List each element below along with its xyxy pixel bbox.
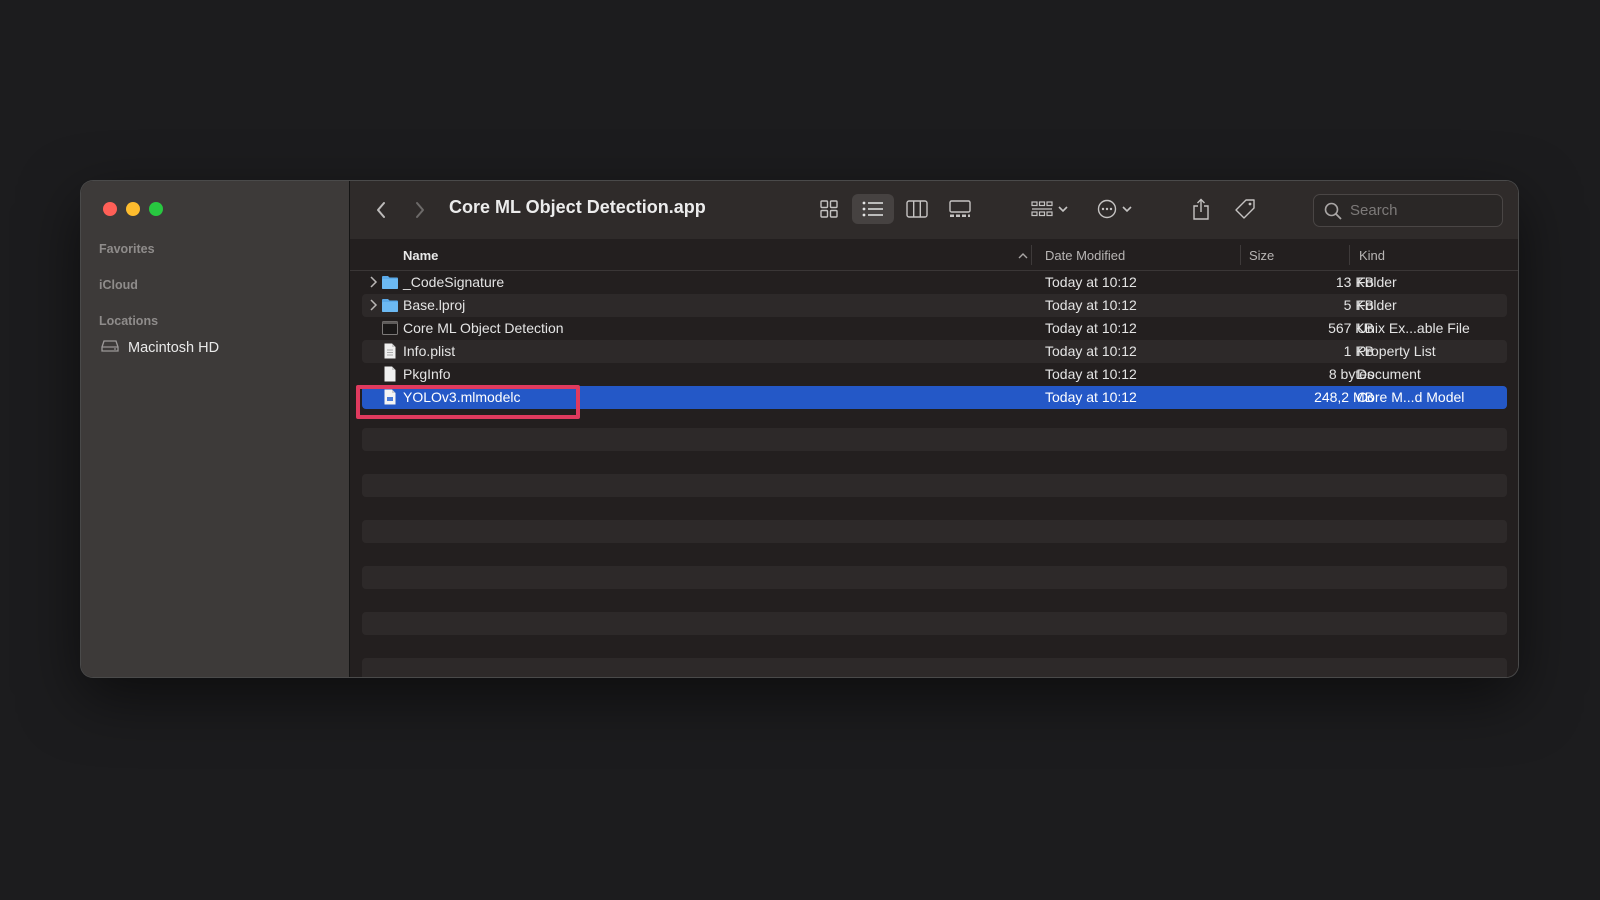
file-name: Info.plist <box>403 343 456 359</box>
share-button[interactable] <box>1184 193 1218 225</box>
column-kind[interactable]: Kind <box>1359 248 1385 263</box>
file-kind: Folder <box>1357 274 1397 290</box>
action-menu-button[interactable] <box>1090 194 1138 224</box>
search-icon <box>1324 202 1342 220</box>
file-name: _CodeSignature <box>403 274 505 290</box>
column-date-modified[interactable]: Date Modified <box>1045 248 1125 263</box>
window-title: Core ML Object Detection.app <box>449 197 706 217</box>
back-button[interactable] <box>370 198 392 222</box>
executable-icon <box>382 321 398 335</box>
empty-row <box>362 474 1507 497</box>
hard-drive-icon <box>101 339 119 357</box>
gallery-view-button[interactable] <box>940 194 980 224</box>
share-icon <box>1193 198 1209 220</box>
group-grid-icon <box>1030 201 1053 217</box>
document-icon <box>384 366 396 382</box>
file-date: Today at 10:12 <box>1045 389 1137 405</box>
file-row-codesignature[interactable]: _CodeSignature Today at 10:12 13 KB Fold… <box>362 271 1507 294</box>
column-divider[interactable] <box>1240 245 1241 265</box>
empty-row <box>362 428 1507 451</box>
column-size[interactable]: Size <box>1249 248 1274 263</box>
file-name: PkgInfo <box>403 366 451 382</box>
chevron-left-icon <box>377 202 385 218</box>
main-pane: Core ML Object Detection.app Search Name… <box>350 181 1518 677</box>
columns-icon <box>906 200 928 218</box>
file-kind: Folder <box>1357 297 1397 313</box>
chevron-down-icon <box>1121 206 1132 213</box>
column-header: Name Date Modified Size Kind <box>350 239 1518 271</box>
search-input[interactable] <box>1348 201 1492 220</box>
sidebar-section-favorites[interactable]: Favorites <box>99 242 155 256</box>
column-view-button[interactable] <box>898 194 936 224</box>
icon-view-button[interactable] <box>810 194 848 224</box>
toolbar: Core ML Object Detection.app <box>350 181 1518 240</box>
list-view-button[interactable] <box>852 194 894 224</box>
empty-row <box>362 612 1507 635</box>
folder-icon <box>382 299 398 312</box>
file-date: Today at 10:12 <box>1045 343 1137 359</box>
file-kind: Document <box>1357 366 1421 382</box>
file-date: Today at 10:12 <box>1045 274 1137 290</box>
column-divider[interactable] <box>1031 245 1032 265</box>
empty-row-stripes <box>362 428 1507 677</box>
list-icon <box>862 201 883 217</box>
folder-icon <box>382 276 398 289</box>
forward-button[interactable] <box>409 198 431 222</box>
grid-icon <box>820 200 838 218</box>
finder-window: Favorites iCloud Locations Macintosh HD … <box>81 181 1518 677</box>
close-button[interactable] <box>103 202 117 216</box>
file-row-info-plist[interactable]: Info.plist Today at 10:12 1 KB Property … <box>362 340 1507 363</box>
file-date: Today at 10:12 <box>1045 366 1137 382</box>
file-name: Base.lproj <box>403 297 466 313</box>
annotation-highlight-box <box>356 385 580 419</box>
zoom-button[interactable] <box>149 202 163 216</box>
sidebar-section-icloud[interactable]: iCloud <box>99 278 138 292</box>
sidebar-item-label: Macintosh HD <box>128 340 220 356</box>
group-by-button[interactable] <box>1025 194 1073 224</box>
file-kind: Core M...d Model <box>1357 389 1465 405</box>
disclosure-chevron-icon[interactable] <box>368 298 378 312</box>
file-kind: Property List <box>1357 343 1436 359</box>
sidebar-item-macintosh-hd[interactable]: Macintosh HD <box>101 339 219 357</box>
file-date: Today at 10:12 <box>1045 320 1137 336</box>
column-divider[interactable] <box>1349 245 1350 265</box>
file-row-core-ml-object-detection[interactable]: Core ML Object Detection Today at 10:12 … <box>362 317 1507 340</box>
empty-row <box>362 520 1507 543</box>
column-name[interactable]: Name <box>403 248 438 263</box>
minimize-button[interactable] <box>126 202 140 216</box>
disclosure-chevron-icon[interactable] <box>368 275 378 289</box>
file-date: Today at 10:12 <box>1045 297 1137 313</box>
sort-ascending-icon[interactable] <box>1018 252 1028 259</box>
file-name: Core ML Object Detection <box>403 320 564 336</box>
search-field[interactable] <box>1313 194 1503 227</box>
empty-row <box>362 658 1507 677</box>
tag-icon <box>1235 199 1255 219</box>
sidebar: Favorites iCloud Locations Macintosh HD <box>81 181 350 677</box>
empty-row <box>362 566 1507 589</box>
ellipsis-circle-icon <box>1097 199 1116 219</box>
window-controls <box>103 202 163 216</box>
file-kind: Unix Ex...able File <box>1357 320 1470 336</box>
chevron-down-icon <box>1057 206 1068 213</box>
tag-button[interactable] <box>1228 193 1262 225</box>
document-icon <box>384 343 396 359</box>
gallery-icon <box>949 200 971 217</box>
file-row-pkginfo[interactable]: PkgInfo Today at 10:12 8 bytes Document <box>362 363 1507 386</box>
file-row-base-lproj[interactable]: Base.lproj Today at 10:12 5 KB Folder <box>362 294 1507 317</box>
sidebar-section-locations[interactable]: Locations <box>99 314 158 328</box>
chevron-right-icon <box>416 202 424 218</box>
